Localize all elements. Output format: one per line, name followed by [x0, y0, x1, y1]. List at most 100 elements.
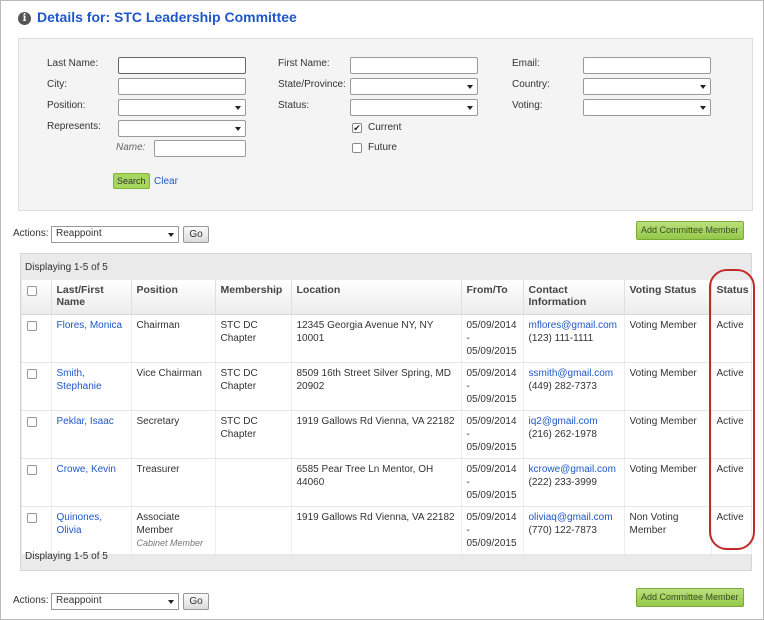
position-cell: Secretary	[131, 410, 216, 459]
location-cell: 1919 Gallows Rd Vienna, VA 22182	[291, 410, 462, 459]
row-checkbox[interactable]	[27, 368, 37, 379]
select-all-header	[22, 280, 52, 315]
member-name-link[interactable]: Smith, Stephanie	[57, 368, 102, 392]
from-date: 05/09/2014	[466, 415, 517, 427]
actions-select-bottom[interactable]: Reappoint	[51, 593, 179, 610]
table-row: Peklar, Isaac Secretary STC DC Chapter 1…	[22, 410, 752, 459]
voting-label: Voting:	[512, 100, 543, 111]
from-date: 05/09/2014	[466, 511, 517, 523]
member-name-link[interactable]: Quinones, Olivia	[57, 512, 103, 536]
table-header-row: Last/First Name Position Membership Loca…	[22, 280, 752, 315]
row-checkbox[interactable]	[27, 416, 37, 427]
position-text: Vice Chairman	[136, 367, 202, 379]
position-select[interactable]	[118, 99, 246, 116]
state-label: State/Province:	[278, 79, 346, 90]
email-link[interactable]: ssmith@gmail.com	[529, 368, 614, 379]
first-name-input[interactable]	[350, 57, 478, 74]
last-name-input[interactable]	[118, 57, 246, 74]
row-checkbox[interactable]	[27, 512, 37, 523]
table-row: Crowe, Kevin Treasurer 6585 Pear Tree Ln…	[22, 458, 752, 507]
date-separator: -	[466, 332, 470, 344]
go-button[interactable]: Go	[183, 226, 209, 243]
position-cell: Vice Chairman	[131, 362, 216, 411]
future-checkbox[interactable]	[352, 143, 362, 153]
table-row: Smith, Stephanie Vice Chairman STC DC Ch…	[22, 362, 752, 411]
email-link[interactable]: kcrowe@gmail.com	[529, 464, 616, 475]
status-cell: Active	[711, 458, 752, 507]
membership-cell: STC DC Chapter	[215, 362, 292, 411]
name-input[interactable]	[154, 140, 246, 157]
search-button[interactable]: Search	[113, 173, 150, 189]
add-committee-member-button[interactable]: Add Committee Member	[636, 221, 744, 240]
table-row: Quinones, Olivia Associate Member Cabinet…	[22, 506, 752, 555]
name-label: Name:	[116, 142, 146, 153]
chevron-down-icon	[700, 85, 706, 89]
row-select-cell	[22, 458, 52, 507]
chevron-down-icon	[168, 233, 174, 237]
chevron-down-icon	[168, 600, 174, 604]
from-to-cell: 05/09/2014-05/09/2015	[461, 506, 524, 555]
column-header-from-to[interactable]: From/To	[461, 280, 524, 315]
column-header-status[interactable]: Status	[711, 280, 752, 315]
date-separator: -	[466, 428, 470, 440]
position-text: Associate Member	[136, 511, 180, 536]
actions-select[interactable]: Reappoint	[51, 226, 179, 243]
member-name-link[interactable]: Crowe, Kevin	[57, 464, 116, 475]
column-header-membership[interactable]: Membership	[215, 280, 292, 315]
row-select-cell	[22, 314, 52, 363]
date-separator: -	[466, 380, 470, 392]
from-date: 05/09/2014	[466, 367, 517, 379]
name-cell: Quinones, Olivia	[51, 506, 132, 555]
from-date: 05/09/2014	[466, 463, 517, 475]
phone-text: (216) 262-1978	[528, 428, 597, 440]
email-link[interactable]: mflores@gmail.com	[529, 320, 618, 331]
name-cell: Smith, Stephanie	[51, 362, 132, 411]
phone-text: (222) 233-3999	[528, 476, 597, 488]
column-header-voting-status[interactable]: Voting Status	[624, 280, 712, 315]
contact-cell: oliviaq@gmail.com (770) 122-7873	[523, 506, 625, 555]
state-select[interactable]	[350, 78, 478, 95]
column-header-name[interactable]: Last/First Name	[51, 280, 132, 315]
current-checkbox[interactable]: ✔	[352, 123, 362, 133]
chevron-down-icon	[700, 106, 706, 110]
position-text: Treasurer	[136, 463, 180, 475]
member-name-link[interactable]: Peklar, Isaac	[57, 416, 114, 427]
row-checkbox[interactable]	[27, 464, 37, 475]
column-header-contact[interactable]: Contact Information	[523, 280, 625, 315]
location-cell: 1919 Gallows Rd Vienna, VA 22182	[291, 506, 462, 555]
phone-text: (770) 122-7873	[528, 524, 597, 536]
column-header-location[interactable]: Location	[291, 280, 462, 315]
status-cell: Active	[711, 362, 752, 411]
city-input[interactable]	[118, 78, 246, 95]
country-select[interactable]	[583, 78, 711, 95]
voting-status-cell: Voting Member	[624, 362, 712, 411]
current-label: Current	[368, 122, 402, 133]
name-cell: Flores, Monica	[51, 314, 132, 363]
actions-select-value: Reappoint	[56, 595, 102, 606]
clear-link[interactable]: Clear	[154, 176, 178, 187]
row-checkbox[interactable]	[27, 320, 37, 331]
membership-cell	[215, 506, 292, 555]
contact-cell: mflores@gmail.com (123) 111-1111	[523, 314, 625, 363]
email-link[interactable]: iq2@gmail.com	[529, 416, 598, 427]
name-cell: Crowe, Kevin	[51, 458, 132, 507]
add-committee-member-button-bottom[interactable]: Add Committee Member	[636, 588, 744, 607]
to-date: 05/09/2015	[466, 345, 517, 357]
search-panel: Last Name: First Name: Email: City: Stat…	[18, 38, 753, 211]
position-text: Chairman	[136, 319, 180, 331]
status-select[interactable]	[350, 99, 478, 116]
country-label: Country:	[512, 79, 550, 90]
voting-status-cell: Non Voting Member	[624, 506, 712, 555]
email-link[interactable]: oliviaq@gmail.com	[529, 512, 613, 523]
chevron-down-icon	[235, 127, 241, 131]
column-header-position[interactable]: Position	[131, 280, 216, 315]
member-name-link[interactable]: Flores, Monica	[57, 320, 123, 331]
info-icon: i	[18, 11, 31, 25]
represents-select[interactable]	[118, 120, 246, 137]
go-button-bottom[interactable]: Go	[183, 593, 209, 610]
email-input[interactable]	[583, 57, 711, 74]
contact-cell: kcrowe@gmail.com (222) 233-3999	[523, 458, 625, 507]
select-all-checkbox[interactable]	[27, 286, 37, 296]
date-separator: -	[466, 524, 470, 536]
voting-select[interactable]	[583, 99, 711, 116]
